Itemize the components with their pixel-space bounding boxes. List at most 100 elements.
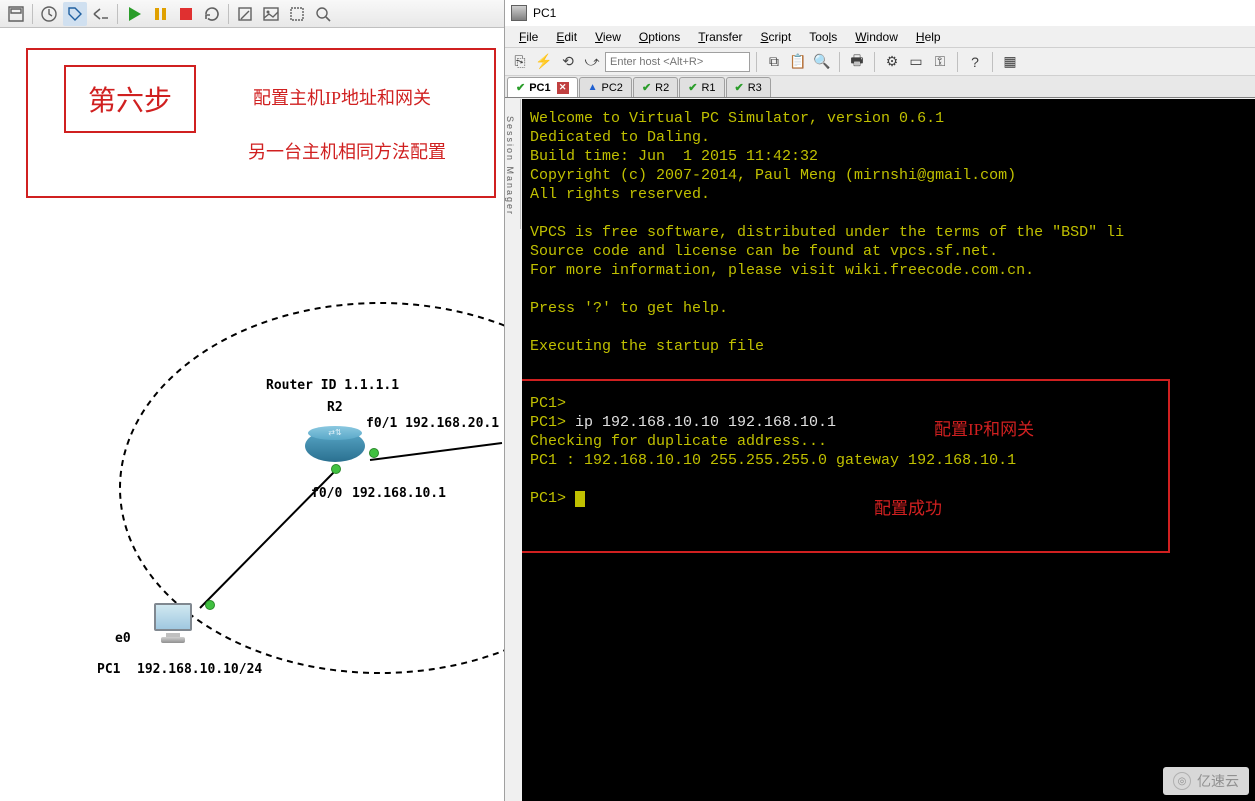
term-line: All rights reserved. [530,186,710,203]
close-icon[interactable]: ✕ [557,82,569,94]
menu-help[interactable]: Help [908,28,949,46]
pc-interface-label: e0 [115,631,131,646]
separator [839,52,840,72]
term-line: Press '?' to get help. [530,300,728,317]
menubar: File Edit View Options Transfer Script T… [505,26,1255,48]
separator [32,4,33,24]
tab-pc1[interactable]: ✔PC1✕ [507,77,578,97]
terminal[interactable]: Welcome to Virtual PC Simulator, version… [522,99,1255,801]
session-manager-tab[interactable]: Session Manager [505,99,521,229]
interface-f00-ip-label: 192.168.10.1 [352,486,446,501]
watermark: ◎ 亿速云 [1163,767,1249,795]
annotation-text-1: 配置主机IP地址和网关 [253,84,431,110]
picture-icon[interactable] [259,2,283,26]
tool-labels-icon[interactable] [63,2,87,26]
menu-window[interactable]: Window [847,28,906,46]
copy-icon[interactable]: ⧉ [763,51,785,73]
status-warn-icon: ▲ [588,82,598,93]
separator [117,4,118,24]
menu-file[interactable]: File [511,28,546,46]
menu-options[interactable]: Options [631,28,688,46]
session-tabs: ✔PC1✕ ▲ PC2 ✔ R2 ✔ R1 ✔R3 [505,76,1255,98]
tab-r2[interactable]: ✔ R2 [633,77,678,97]
pc-ip-label: 192.168.10.10/24 [137,662,262,677]
term-line: Dedicated to Daling. [530,129,710,146]
interface-f01-label: f0/1 192.168.20.1 [366,416,499,431]
separator [756,52,757,72]
note-icon[interactable] [233,2,257,26]
pc-name-label: PC1 [97,662,120,677]
help-icon[interactable]: ? [964,51,986,73]
separator [992,52,993,72]
status-ok-icon: ✔ [735,81,744,94]
annotation-frame [522,379,1170,553]
tool-disk-icon[interactable] [4,2,28,26]
tab-label: PC2 [602,82,623,94]
securecrt-panel: PC1 File Edit View Options Transfer Scri… [504,0,1255,801]
gns3-panel: 第六步 配置主机IP地址和网关 另一台主机相同方法配置 Router ID 1.… [0,0,504,801]
play-icon[interactable] [122,2,146,26]
menu-transfer[interactable]: Transfer [690,28,750,46]
gns3-canvas[interactable]: 第六步 配置主机IP地址和网关 另一台主机相同方法配置 Router ID 1.… [0,28,504,801]
annotation-text-2: 另一台主机相同方法配置 [248,138,446,164]
app-icon [511,5,527,21]
term-line: Copyright (c) 2007-2014, Paul Meng (mirn… [530,167,1016,184]
status-ok-icon: ✔ [642,81,651,94]
find-icon[interactable]: 🔍 [811,51,833,73]
quick-connect-icon[interactable]: ⚡ [533,51,555,73]
gns3-toolbar [0,0,504,28]
pause-icon[interactable] [148,2,172,26]
term-line: Welcome to Virtual PC Simulator, version… [530,110,944,127]
router-icon[interactable]: ⇄⇅ [305,430,365,468]
misc-icon[interactable]: ▦ [999,51,1021,73]
separator [874,52,875,72]
session-options-icon[interactable]: ▭ [905,51,927,73]
router-id-label: Router ID 1.1.1.1 [266,378,399,393]
menu-tools[interactable]: Tools [801,28,845,46]
link-endpoint-dot [331,464,341,474]
tab-r1[interactable]: ✔ R1 [679,77,724,97]
router-name-label: R2 [327,400,343,415]
link-endpoint-dot [205,600,215,610]
key-icon[interactable]: ⚿ [929,51,951,73]
tool-snapshot-icon[interactable] [37,2,61,26]
window-titlebar: PC1 [505,0,1255,26]
menu-edit[interactable]: Edit [548,28,585,46]
annotation-ip-gateway: 配置IP和网关 [934,420,1034,439]
connect-icon[interactable]: ⎘ [509,51,531,73]
step-label: 第六步 [64,65,196,133]
zoom-icon[interactable] [311,2,335,26]
interface-f00-label: f0/0 [311,486,342,501]
term-line: Source code and license can be found at … [530,243,998,260]
status-ok-icon: ✔ [688,81,697,94]
menu-view[interactable]: View [587,28,629,46]
crt-toolbar: ⎘ ⚡ ⟲ ⤻ ⧉ 📋 🔍 🖶 ⚙ ▭ ⚿ ? ▦ [505,48,1255,76]
settings-icon[interactable]: ⚙ [881,51,903,73]
reconnect-icon[interactable]: ⟲ [557,51,579,73]
annotation-success: 配置成功 [874,499,942,518]
topology-area: Router ID 1.1.1.1 R2 ⇄⇅ f0/1 192.168.20.… [0,208,504,768]
tab-pc2[interactable]: ▲ PC2 [579,77,632,97]
watermark-icon: ◎ [1173,772,1191,790]
reload-icon[interactable] [200,2,224,26]
tab-label: R1 [701,82,715,94]
paste-icon[interactable]: 📋 [787,51,809,73]
window-title: PC1 [533,6,556,20]
link-endpoint-dot [369,448,379,458]
tab-label: R2 [655,82,669,94]
term-line: VPCS is free software, distributed under… [530,224,1124,241]
term-line: Executing the startup file [530,338,764,355]
menu-script[interactable]: Script [753,28,800,46]
print-icon[interactable]: 🖶 [846,51,868,73]
pc-icon[interactable] [150,603,196,643]
tab-r3[interactable]: ✔R3 [726,77,771,97]
term-line: For more information, please visit wiki.… [530,262,1034,279]
separator [957,52,958,72]
status-ok-icon: ✔ [516,81,525,94]
stop-icon[interactable] [174,2,198,26]
reconnect-all-icon[interactable]: ⤻ [581,51,603,73]
shape-icon[interactable] [285,2,309,26]
watermark-text: 亿速云 [1197,771,1239,791]
host-input[interactable] [605,52,750,72]
tool-console-icon[interactable] [89,2,113,26]
